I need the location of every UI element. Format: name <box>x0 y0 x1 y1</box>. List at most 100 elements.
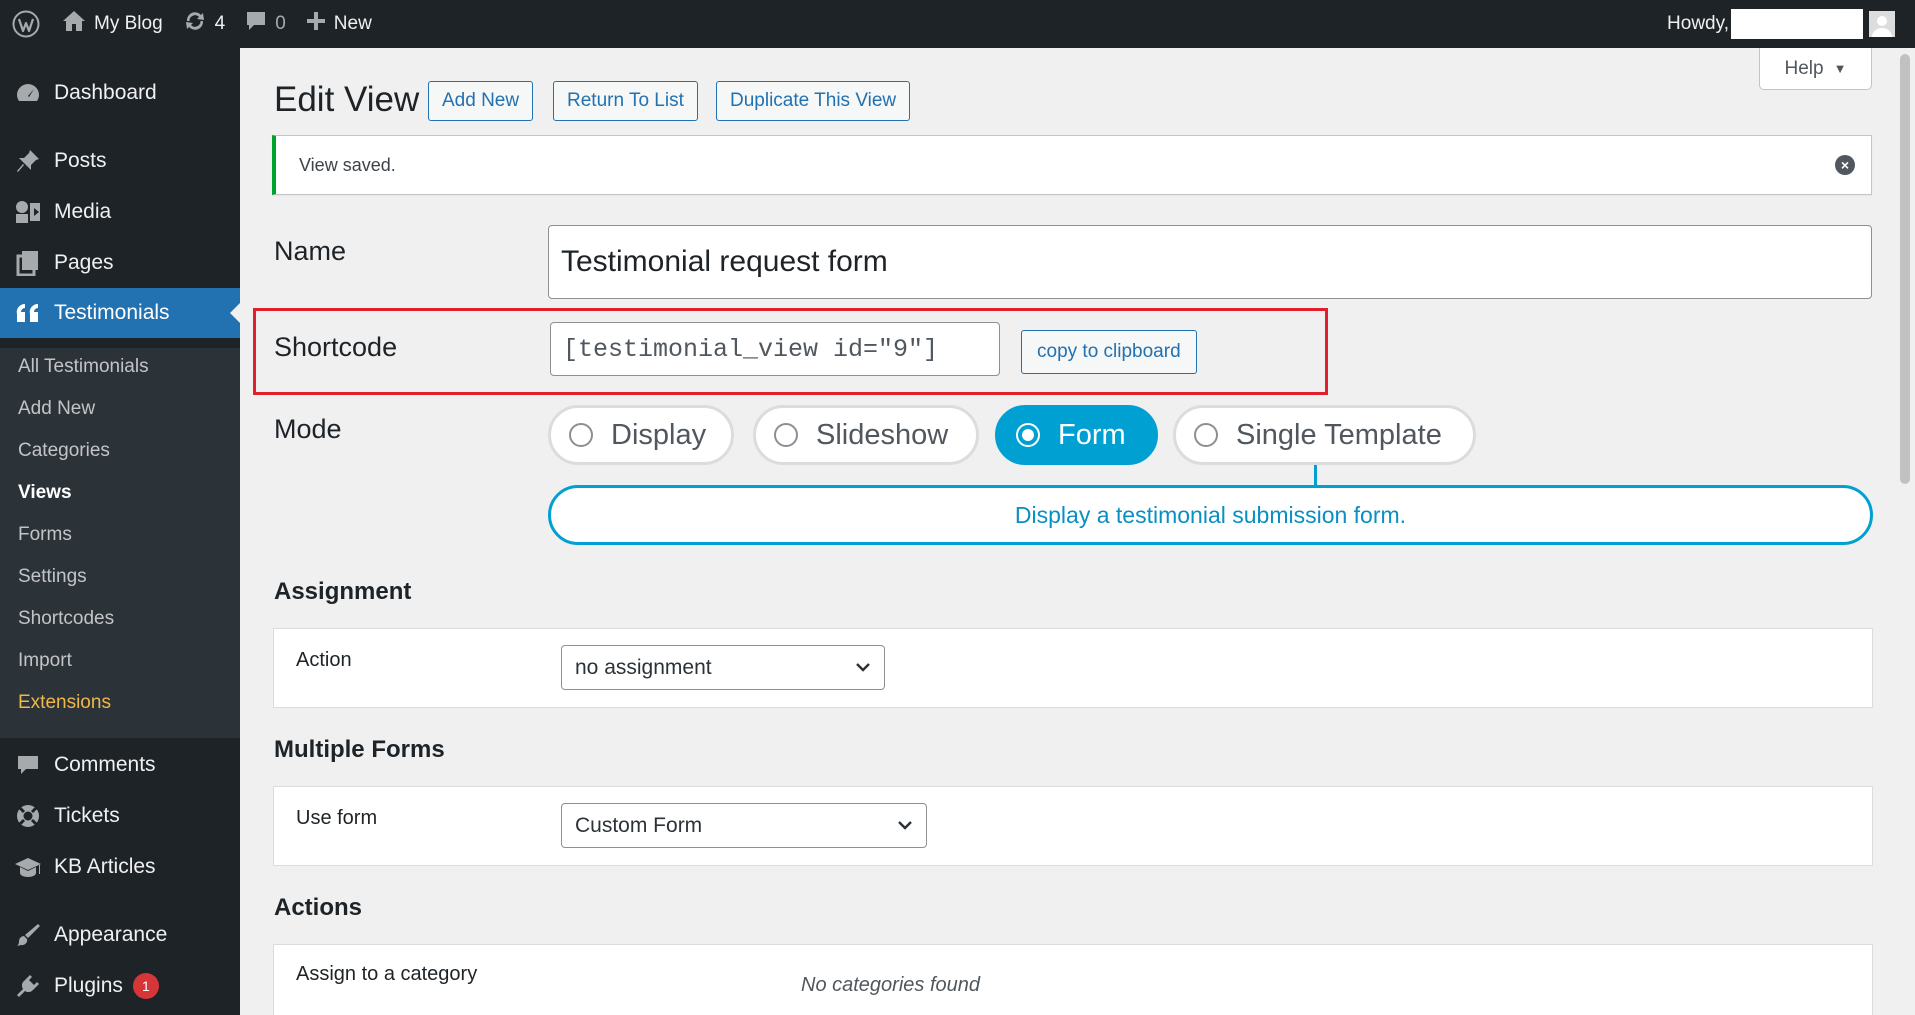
sidebar-item-label: Plugins <box>54 974 123 997</box>
graduation-cap-icon <box>0 855 54 879</box>
comments-link[interactable]: 0 <box>235 0 296 48</box>
mode-option-slideshow[interactable]: Slideshow <box>753 405 979 465</box>
sidebar-item-label: Comments <box>54 753 156 776</box>
help-label: Help <box>1784 57 1824 79</box>
assignment-heading: Assignment <box>274 578 412 605</box>
sidebar-item-plugins[interactable]: Plugins 1 <box>0 961 240 1011</box>
main-content: Help ▼ Edit View Add New Return To List … <box>240 48 1895 1015</box>
submenu-extensions[interactable]: Extensions <box>18 692 111 714</box>
actions-heading: Actions <box>274 894 363 921</box>
copy-to-clipboard-button[interactable]: copy to clipboard <box>1021 330 1197 374</box>
paintbrush-icon <box>0 922 54 948</box>
shortcode-input[interactable] <box>550 322 1000 376</box>
actions-box: Assign to a category No categories found <box>273 944 1873 1015</box>
mode-option-label: Slideshow <box>816 418 949 451</box>
updates-link[interactable]: 4 <box>173 0 236 48</box>
add-new-button[interactable]: Add New <box>428 81 534 121</box>
use-form-select-value: Custom Form <box>575 813 703 837</box>
page-title: Edit View <box>274 80 420 119</box>
view-name-input[interactable] <box>548 225 1872 299</box>
radio-button <box>774 423 798 447</box>
submenu-import[interactable]: Import <box>18 650 72 672</box>
duplicate-view-button[interactable]: Duplicate This View <box>716 81 911 121</box>
mode-option-form[interactable]: Form <box>995 405 1158 465</box>
pages-icon <box>0 250 54 276</box>
home-icon <box>62 10 86 38</box>
plugin-icon <box>0 973 54 999</box>
dismiss-notice-icon[interactable]: × <box>1835 155 1855 175</box>
sidebar-item-dashboard[interactable]: Dashboard <box>0 68 240 118</box>
mode-option-single-template[interactable]: Single Template <box>1173 405 1476 465</box>
plugins-update-badge: 1 <box>132 973 159 999</box>
action-label: Action <box>296 649 352 671</box>
sidebar-item-label: Media <box>54 200 112 223</box>
notice-message: View saved. <box>299 155 396 175</box>
redacted-username <box>1731 9 1863 39</box>
page-scrollbar[interactable] <box>1895 48 1915 1015</box>
updates-count: 4 <box>214 13 226 34</box>
multiple-forms-heading: Multiple Forms <box>274 736 445 763</box>
sidebar-item-label: Tickets <box>54 804 120 827</box>
sidebar-item-label: Appearance <box>54 923 168 946</box>
howdy-text: Howdy, <box>1667 13 1729 34</box>
pin-icon <box>0 148 54 174</box>
sidebar-item-media[interactable]: Media <box>0 187 240 237</box>
radio-button-selected <box>1016 423 1040 447</box>
site-name: My Blog <box>94 13 163 34</box>
chevron-down-icon <box>896 816 914 840</box>
submenu-settings[interactable]: Settings <box>18 566 87 588</box>
submenu-add-new[interactable]: Add New <box>18 398 95 420</box>
testimonials-submenu: All Testimonials Add New Categories View… <box>0 348 240 738</box>
mode-description: Display a testimonial submission form. <box>548 485 1873 545</box>
mode-option-display[interactable]: Display <box>548 405 734 465</box>
radio-button <box>569 423 593 447</box>
sidebar-item-label: Testimonials <box>54 301 170 324</box>
avatar <box>1869 11 1895 37</box>
sidebar-item-posts[interactable]: Posts <box>0 136 240 186</box>
name-label: Name <box>274 236 347 266</box>
action-select[interactable]: no assignment <box>561 645 885 690</box>
wordpress-logo-icon[interactable] <box>0 0 52 48</box>
no-categories-message: No categories found <box>801 974 981 996</box>
use-form-select[interactable]: Custom Form <box>561 803 927 848</box>
sidebar-item-pages[interactable]: Pages <box>0 238 240 288</box>
shortcode-label: Shortcode <box>274 332 398 362</box>
sidebar-item-comments[interactable]: Comments <box>0 740 240 790</box>
media-icon <box>0 199 54 225</box>
new-content-link[interactable]: New <box>296 0 382 48</box>
quote-icon <box>0 302 54 324</box>
submenu-views[interactable]: Views <box>18 482 72 504</box>
lifebuoy-icon <box>0 803 54 829</box>
sidebar-item-appearance[interactable]: Appearance <box>0 910 240 960</box>
new-label: New <box>333 13 372 34</box>
radio-button <box>1194 423 1218 447</box>
sidebar-item-testimonials[interactable]: Testimonials <box>0 288 240 338</box>
sidebar-item-label: Posts <box>54 149 107 172</box>
return-to-list-button[interactable]: Return To List <box>553 81 698 121</box>
sidebar-item-label: Dashboard <box>54 81 157 104</box>
submenu-forms[interactable]: Forms <box>18 524 72 546</box>
plus-icon <box>306 11 326 37</box>
assign-category-label: Assign to a category <box>296 963 478 985</box>
updates-icon <box>183 10 207 38</box>
scrollbar-thumb[interactable] <box>1900 54 1910 484</box>
mode-connector-line <box>1314 465 1317 485</box>
site-name-link[interactable]: My Blog <box>52 0 173 48</box>
sidebar-item-label: KB Articles <box>54 855 156 878</box>
admin-sidebar: Dashboard Posts Media Pages Testimonials… <box>0 48 240 1015</box>
comment-icon <box>0 753 54 777</box>
multiple-forms-box: Use form Custom Form <box>273 786 1873 866</box>
sidebar-item-tickets[interactable]: Tickets <box>0 791 240 841</box>
my-account[interactable]: Howdy, <box>1667 0 1895 48</box>
mode-option-label: Display <box>611 418 707 451</box>
mode-option-label: Form <box>1058 418 1126 451</box>
submenu-shortcodes[interactable]: Shortcodes <box>18 608 114 630</box>
sidebar-item-kb-articles[interactable]: KB Articles <box>0 842 240 892</box>
submenu-all-testimonials[interactable]: All Testimonials <box>18 356 149 378</box>
help-tab-button[interactable]: Help ▼ <box>1759 48 1872 90</box>
comment-icon <box>245 10 267 38</box>
mode-option-label: Single Template <box>1236 418 1442 451</box>
view-saved-notice: View saved. × <box>272 135 1872 195</box>
submenu-categories[interactable]: Categories <box>18 440 110 462</box>
sidebar-item-label: Pages <box>54 251 114 274</box>
